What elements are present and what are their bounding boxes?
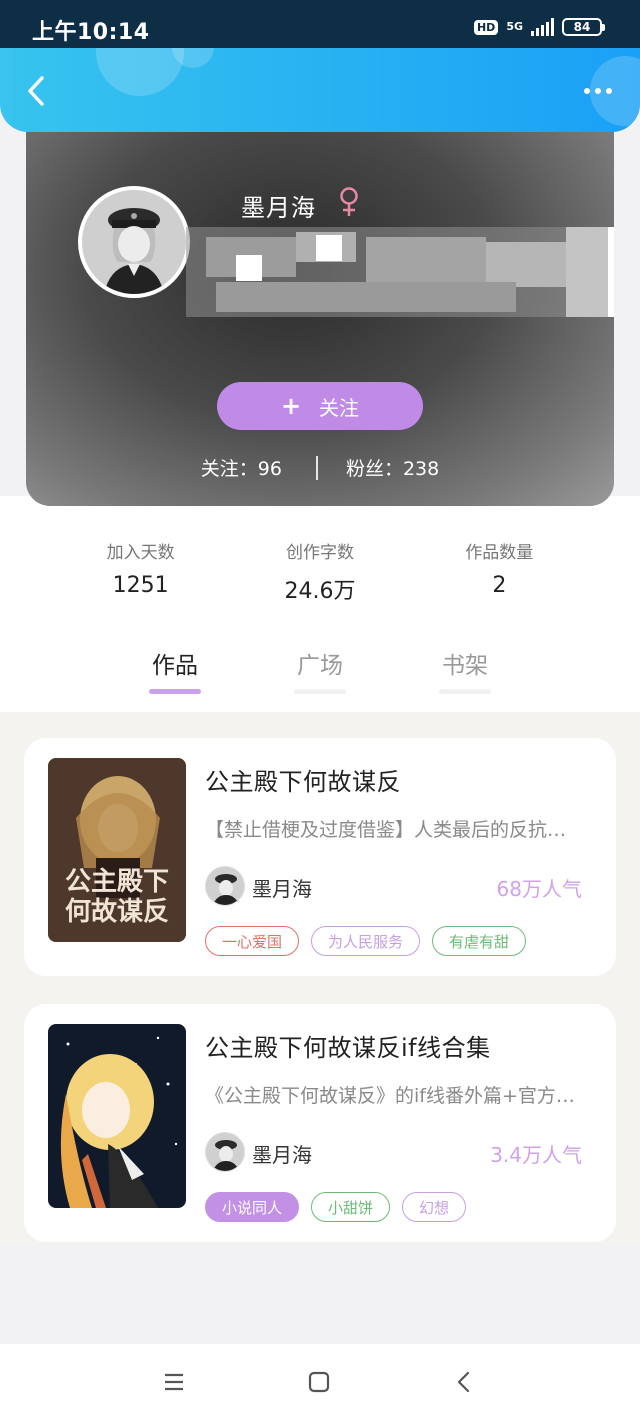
plus-icon: + xyxy=(280,392,302,420)
popularity: 68万人气 xyxy=(496,877,582,901)
work-cover[interactable] xyxy=(48,1024,186,1208)
author-avatar xyxy=(205,1132,245,1172)
pixelated-signature xyxy=(186,227,614,317)
tab-works-indicator xyxy=(149,689,201,694)
follow-label: 关注 xyxy=(319,395,360,420)
tag-list: 小说同人 小甜饼 幻想 xyxy=(205,1192,467,1222)
stat-label: 作品数量 xyxy=(465,543,534,563)
signal-icon xyxy=(531,18,554,36)
stats-panel: 加入天数 1251 创作字数 24.6万 作品数量 2 xyxy=(51,496,589,629)
tag[interactable]: 小甜饼 xyxy=(311,1192,391,1222)
followers-count[interactable]: 粉丝：238 xyxy=(346,454,439,481)
menu-icon[interactable] xyxy=(160,1368,188,1396)
username: 墨月海 xyxy=(241,194,316,222)
tag[interactable]: 一心爱国 xyxy=(205,926,300,956)
follow-counts: 关注：96 粉丝：238 xyxy=(26,454,614,481)
battery-level: 84 xyxy=(573,20,591,34)
battery-icon: 84 xyxy=(562,18,605,36)
author-name: 墨月海 xyxy=(252,1143,312,1167)
svg-text:何故谋反: 何故谋反 xyxy=(65,897,169,927)
follow-button[interactable]: + 关注 xyxy=(217,382,423,430)
status-time: 上午10:14 xyxy=(32,20,150,45)
work-card[interactable]: 公主殿下 何故谋反 公主殿下何故谋反 【禁止借梗及过度借鉴】人类最后的反抗… 墨… xyxy=(24,738,616,976)
network-type: 5G xyxy=(506,20,523,33)
work-title[interactable]: 公主殿下何故谋反if线合集 xyxy=(205,1028,491,1063)
stat-label: 加入天数 xyxy=(106,543,175,563)
work-cover[interactable]: 公主殿下 何故谋反 xyxy=(48,758,186,942)
stat-word-count: 创作字数 24.6万 xyxy=(230,496,409,629)
status-indicators: HD 5G 84 xyxy=(473,14,605,40)
tag-list: 一心爱国 为人民服务 有虐有甜 xyxy=(205,926,527,956)
tag[interactable]: 为人民服务 xyxy=(311,926,421,956)
tag[interactable]: 有虐有甜 xyxy=(432,926,527,956)
stat-label: 创作字数 xyxy=(285,543,354,563)
work-card[interactable]: 公主殿下何故谋反if线合集 《公主殿下何故谋反》的if线番外篇+官方… 墨月海 … xyxy=(24,1004,616,1242)
tab-works[interactable]: 作品 xyxy=(135,646,215,680)
work-title[interactable]: 公主殿下何故谋反 xyxy=(205,762,401,797)
status-bar: 上午10:14 HD 5G 84 xyxy=(0,0,640,48)
profile-avatar[interactable] xyxy=(78,186,190,298)
tag[interactable]: 幻想 xyxy=(402,1192,467,1222)
stat-works-count: 作品数量 2 xyxy=(410,496,589,629)
cover-title-art: 公主殿下 xyxy=(65,867,169,897)
author-name: 墨月海 xyxy=(252,877,312,901)
works-list: 公主殿下 何故谋反 公主殿下何故谋反 【禁止借梗及过度借鉴】人类最后的反抗… 墨… xyxy=(0,712,640,1244)
stat-value: 2 xyxy=(492,573,507,598)
popularity: 3.4万人气 xyxy=(490,1143,582,1167)
tab-bookshelf[interactable]: 书架 xyxy=(425,646,505,680)
divider xyxy=(315,455,318,480)
work-description: 【禁止借梗及过度借鉴】人类最后的反抗… xyxy=(205,819,567,841)
stat-join-days: 加入天数 1251 xyxy=(51,496,230,629)
female-icon xyxy=(340,187,358,216)
back-icon[interactable] xyxy=(22,74,50,108)
system-nav-bar xyxy=(0,1344,640,1422)
more-icon[interactable] xyxy=(584,88,612,94)
work-description: 《公主殿下何故谋反》的if线番外篇+官方… xyxy=(205,1085,575,1107)
tab-bookshelf-indicator xyxy=(439,689,491,694)
stat-value: 1251 xyxy=(112,573,169,598)
tab-plaza-indicator xyxy=(294,689,346,694)
author-avatar xyxy=(205,866,245,906)
tab-plaza[interactable]: 广场 xyxy=(280,646,360,680)
stat-value: 24.6万 xyxy=(284,579,356,604)
tag[interactable]: 小说同人 xyxy=(205,1192,300,1222)
top-header xyxy=(0,48,640,132)
home-square-icon[interactable] xyxy=(305,1368,333,1396)
back-triangle-icon[interactable] xyxy=(450,1368,478,1396)
hd-icon: HD xyxy=(473,19,499,35)
following-count[interactable]: 关注：96 xyxy=(201,454,282,481)
profile-card: 墨月海 + 关注 关注：96 粉丝：238 xyxy=(26,112,614,506)
